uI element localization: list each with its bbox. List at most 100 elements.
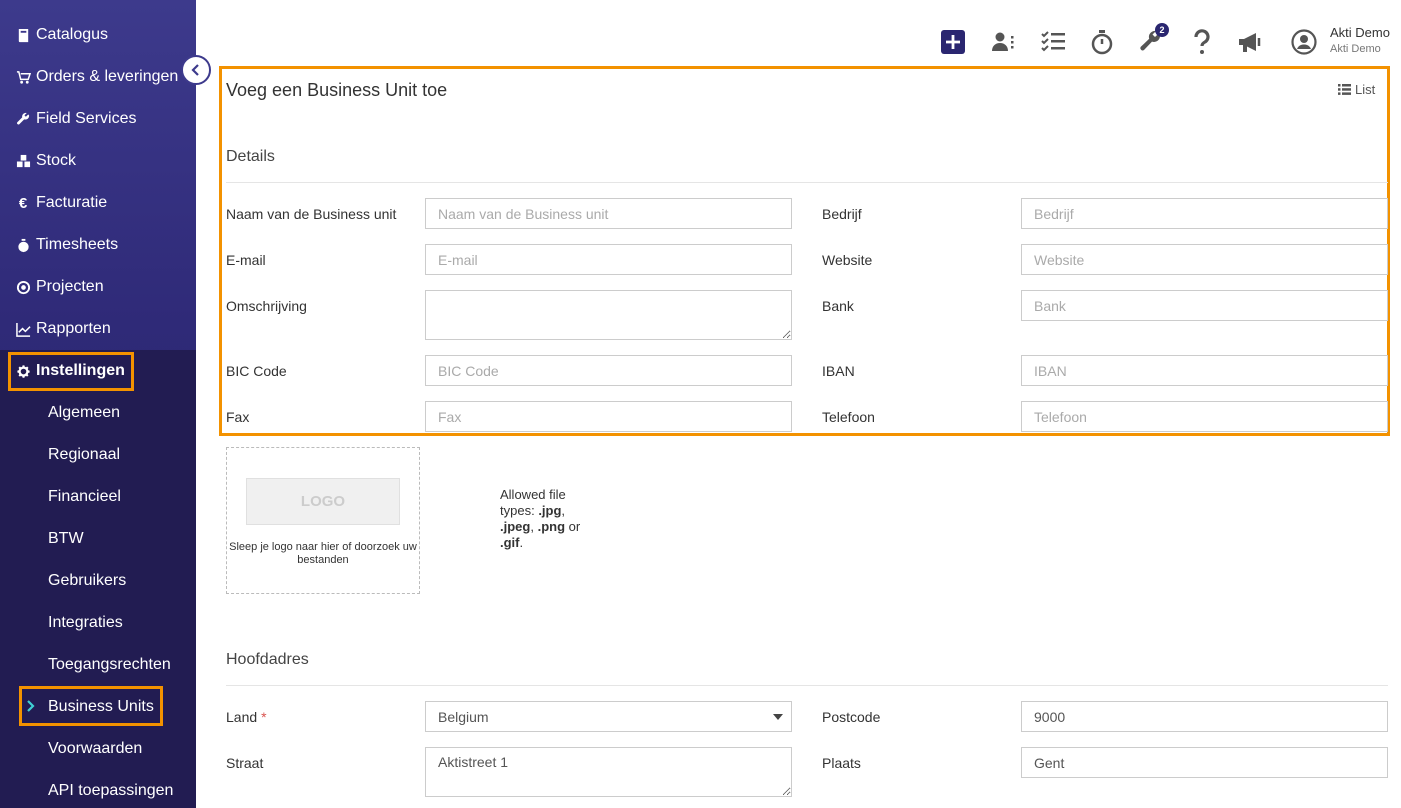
- bank-input[interactable]: [1021, 290, 1388, 321]
- phone-label: Telefoon: [822, 409, 875, 425]
- book-icon: [15, 27, 31, 43]
- allowed-jpeg: .jpeg: [500, 519, 531, 534]
- logo-hint: Sleep je logo naar hier of doorzoek uw b…: [229, 541, 417, 566]
- sidebar-item-orders[interactable]: Orders & leveringen: [0, 56, 178, 98]
- stopwatch-icon: [1091, 30, 1113, 55]
- target-icon: [15, 279, 31, 295]
- megaphone-icon: [1239, 33, 1261, 52]
- help-button[interactable]: [1188, 28, 1216, 56]
- sidebar-item-label: Orders & leveringen: [36, 68, 179, 85]
- bic-input[interactable]: [425, 355, 792, 386]
- website-input[interactable]: [1021, 244, 1388, 275]
- sidebar-item-timesheets[interactable]: Timesheets: [0, 224, 118, 266]
- list-link[interactable]: List: [1338, 82, 1375, 97]
- name-label: Naam van de Business unit: [226, 206, 397, 222]
- city-input[interactable]: [1021, 747, 1388, 778]
- divider: [226, 182, 1388, 183]
- sidebar-sub-api[interactable]: API toepassingen: [48, 770, 173, 808]
- country-select[interactable]: Belgium: [425, 701, 792, 732]
- name-input[interactable]: [425, 198, 792, 229]
- sidebar-item-label: Facturatie: [36, 194, 108, 211]
- list-label: List: [1355, 82, 1376, 97]
- allowed-gif: .gif: [500, 535, 520, 550]
- sidebar: Catalogus Orders & leveringen Field Serv…: [0, 0, 196, 808]
- country-label: Land *: [226, 709, 267, 725]
- company-input[interactable]: [1021, 198, 1388, 229]
- contacts-button[interactable]: [990, 28, 1018, 56]
- checklist-icon: [1041, 31, 1065, 52]
- country-label-text: Land: [226, 709, 258, 725]
- allowed-jpg: .jpg: [538, 503, 562, 518]
- list-icon: [1338, 84, 1351, 95]
- business-units-highlight: [19, 686, 163, 726]
- page-title: Voeg een Business Unit toe: [226, 80, 448, 100]
- sidebar-item-label: Rapporten: [36, 320, 111, 337]
- company-label: Bedrijf: [822, 206, 862, 222]
- sidebar-item-stock[interactable]: Stock: [0, 140, 76, 182]
- sidebar-sub-voorwaarden[interactable]: Voorwaarden: [48, 728, 142, 770]
- allowed-png: .png: [537, 519, 566, 534]
- sidebar-item-label: Catalogus: [36, 26, 109, 43]
- user-circle-icon: [1291, 29, 1317, 55]
- sidebar-sub-toegangsrechten[interactable]: Toegangsrechten: [48, 644, 171, 686]
- settings-highlight: [8, 352, 134, 391]
- city-label: Plaats: [822, 755, 861, 771]
- question-icon: [1194, 29, 1210, 54]
- phone-input[interactable]: [1021, 401, 1388, 432]
- divider: [226, 685, 1388, 686]
- fax-input[interactable]: [425, 401, 792, 432]
- country-value: Belgium: [438, 708, 489, 725]
- sidebar-item-field-services[interactable]: Field Services: [0, 98, 136, 140]
- street-label: Straat: [226, 755, 264, 771]
- description-textarea[interactable]: [425, 290, 792, 340]
- add-button[interactable]: [939, 28, 967, 56]
- collapse-sidebar-button[interactable]: [181, 55, 211, 85]
- tasks-button[interactable]: [1039, 28, 1067, 56]
- sidebar-item-rapporten[interactable]: Rapporten: [0, 308, 111, 350]
- sidebar-item-label: Field Services: [36, 110, 137, 127]
- allowed-file-types: Allowed file types: .jpg, .jpeg, .png or…: [500, 487, 581, 550]
- user-name[interactable]: Akti Demo: [1330, 25, 1390, 40]
- allowed-or: or: [568, 519, 581, 534]
- user-list-icon: [992, 32, 1014, 51]
- sidebar-item-facturatie[interactable]: € Facturatie: [0, 182, 107, 224]
- notification-badge: 2: [1155, 23, 1169, 37]
- logo-dropzone[interactable]: LOGO Sleep je logo naar hier of doorzoek…: [226, 447, 420, 594]
- caret-down-icon: [773, 714, 783, 720]
- sidebar-sub-algemeen[interactable]: Algemeen: [48, 392, 120, 434]
- address-section-title: Hoofdadres: [226, 651, 309, 668]
- logo-placeholder: LOGO: [246, 478, 400, 525]
- cart-icon: [15, 69, 31, 85]
- stopwatch-icon: [15, 237, 31, 253]
- sidebar-sub-integraties[interactable]: Integraties: [48, 602, 123, 644]
- required-marker: *: [261, 709, 267, 725]
- sidebar-sub-financieel[interactable]: Financieel: [48, 476, 121, 518]
- postcode-label: Postcode: [822, 709, 881, 725]
- email-input[interactable]: [425, 244, 792, 275]
- user-company: Akti Demo: [1330, 43, 1381, 55]
- bic-label: BIC Code: [226, 363, 287, 379]
- iban-input[interactable]: [1021, 355, 1388, 386]
- chevron-left-icon: [191, 64, 199, 76]
- description-label: Omschrijving: [226, 298, 307, 314]
- sidebar-item-label: Projecten: [36, 278, 104, 295]
- user-avatar[interactable]: [1290, 28, 1318, 56]
- details-section-title: Details: [226, 148, 275, 165]
- timer-button[interactable]: [1088, 28, 1116, 56]
- announcements-button[interactable]: [1236, 28, 1264, 56]
- bank-label: Bank: [822, 298, 854, 314]
- sidebar-item-label: Stock: [36, 152, 77, 169]
- chart-icon: [15, 321, 31, 337]
- iban-label: IBAN: [822, 363, 855, 379]
- street-textarea[interactable]: Aktistreet 1: [425, 747, 792, 797]
- cubes-icon: [15, 153, 31, 169]
- postcode-input[interactable]: [1021, 701, 1388, 732]
- sidebar-sub-btw[interactable]: BTW: [48, 518, 84, 560]
- field-services-button[interactable]: 2: [1138, 23, 1169, 56]
- plus-icon: [941, 30, 965, 54]
- euro-icon: €: [18, 194, 28, 212]
- sidebar-sub-gebruikers[interactable]: Gebruikers: [48, 560, 126, 602]
- sidebar-item-projecten[interactable]: Projecten: [0, 266, 104, 308]
- sidebar-sub-regionaal[interactable]: Regionaal: [48, 434, 120, 476]
- sidebar-item-catalogus[interactable]: Catalogus: [0, 14, 108, 56]
